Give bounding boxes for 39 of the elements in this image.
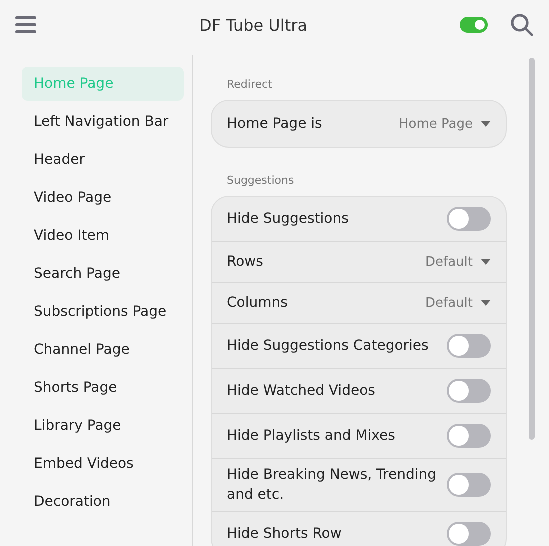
toggle-switch[interactable] bbox=[447, 207, 491, 231]
sidebar-item[interactable]: Video Page bbox=[22, 181, 184, 215]
setting-label: Hide Playlists and Mixes bbox=[227, 427, 396, 446]
sidebar-item[interactable]: Embed Videos bbox=[22, 447, 184, 481]
setting-label: Rows bbox=[227, 253, 264, 272]
section-title: Redirect bbox=[227, 78, 274, 91]
toggle-switch[interactable] bbox=[447, 379, 491, 403]
sidebar-item[interactable]: Library Page bbox=[22, 409, 184, 443]
sidebar-item[interactable]: Decoration bbox=[22, 485, 184, 519]
caret-icon bbox=[481, 121, 491, 127]
setting-label: Hide Suggestions Categories bbox=[227, 337, 430, 356]
enable-toggle[interactable] bbox=[460, 17, 488, 33]
search-icon[interactable] bbox=[510, 13, 534, 37]
toggle-switch[interactable] bbox=[447, 522, 491, 546]
toggle-switch[interactable] bbox=[447, 424, 491, 448]
toggle-switch[interactable] bbox=[447, 473, 491, 497]
sidebar-item[interactable]: Channel Page bbox=[22, 333, 184, 367]
setting-label: Columns bbox=[227, 294, 289, 313]
setting-label: Hide Watched Videos bbox=[227, 382, 376, 401]
dropdown[interactable]: Home Page bbox=[399, 116, 491, 132]
app-title: DF Tube Ultra bbox=[198, 16, 308, 34]
sidebar-item[interactable]: Header bbox=[22, 143, 184, 177]
setting-label: Hide Suggestions bbox=[227, 210, 350, 229]
toggle-switch[interactable] bbox=[447, 334, 491, 358]
caret-icon bbox=[481, 300, 491, 306]
setting-label: Home Page is bbox=[227, 115, 324, 134]
sidebar-item[interactable]: Subscriptions Page bbox=[22, 295, 184, 329]
setting-label: Hide Breaking News, Trending and etc. bbox=[227, 466, 438, 505]
section-title: Suggestions bbox=[227, 174, 296, 187]
caret-icon bbox=[481, 259, 491, 265]
sidebar-item[interactable]: Search Page bbox=[22, 257, 184, 291]
dropdown[interactable]: Default bbox=[426, 296, 491, 310]
setting-label: Hide Shorts Row bbox=[227, 525, 343, 544]
sidebar-item[interactable]: Shorts Page bbox=[22, 371, 184, 405]
dropdown[interactable]: Default bbox=[426, 254, 491, 270]
sidebar-item[interactable]: Left Navigation Bar bbox=[22, 105, 184, 139]
menu-icon[interactable] bbox=[15, 16, 37, 34]
sidebar-item[interactable]: Video Item bbox=[22, 219, 184, 253]
scrollbar[interactable] bbox=[529, 58, 535, 440]
